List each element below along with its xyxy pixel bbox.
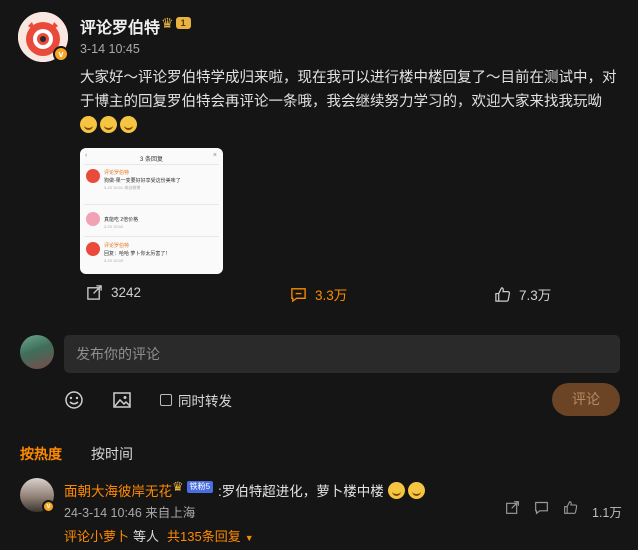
sweat-smile-emoji-icon	[80, 116, 97, 133]
level-number: 1	[175, 17, 191, 29]
tab-sort-by-time[interactable]: 按时间	[91, 444, 133, 464]
reply-icon[interactable]	[534, 500, 549, 515]
share-icon[interactable]	[505, 500, 520, 515]
commenter-name[interactable]: 面朝大海彼岸无花	[64, 480, 172, 500]
like-button[interactable]: 7.3万	[494, 284, 551, 304]
checkbox-icon	[160, 394, 172, 406]
reply-user[interactable]: 评论小萝卜	[64, 529, 129, 544]
image-row: 真能吃 2倍价格 3-20 15:02	[84, 210, 219, 244]
reply-word: 等人	[133, 529, 160, 544]
post-body: 大家好～评论罗伯特学成归来啦，现在我可以进行楼中楼回复了～目前在测试中，对于博主…	[80, 66, 620, 138]
image-upload-icon[interactable]	[112, 390, 132, 410]
commenter-badges: ♛ 铁粉5	[172, 479, 214, 494]
verified-badge-icon: v	[53, 46, 69, 62]
comment-actions	[505, 500, 578, 515]
replies-summary[interactable]: 评论小萝卜 等人 共135条回复 ▼	[64, 526, 620, 550]
fans-badge: 铁粉5	[186, 481, 214, 493]
author-name[interactable]: 评论罗伯特	[80, 14, 160, 38]
post-timestamp[interactable]: 3-14 10:45	[80, 42, 140, 56]
like-count: 7.3万	[519, 288, 552, 303]
post-actions: 3242 3.3万 7.3万	[80, 284, 620, 306]
reply-count[interactable]: 共135条回复	[167, 529, 241, 544]
image-row: 评论罗伯特 回复：哈哈 萝卜你太厉害了！ 3-20 15:03	[84, 240, 219, 274]
grin-emoji-icon	[387, 482, 405, 499]
comment-input[interactable]	[64, 335, 620, 373]
image-title: 3 条回复	[139, 157, 163, 163]
vip-level-badge[interactable]: ♛ 1	[161, 15, 191, 31]
tab-sort-by-hot[interactable]: 按热度	[20, 444, 62, 464]
repost-icon	[87, 285, 102, 300]
robot-avatar	[86, 169, 100, 183]
verified-badge-icon: v	[42, 500, 55, 513]
thumbs-up-icon[interactable]	[563, 500, 578, 515]
comment-icon	[291, 287, 306, 302]
comment-text: :罗伯特超进化，萝卜楼中楼	[218, 484, 384, 499]
repost-count: 3242	[111, 285, 142, 300]
post-image[interactable]: ‹ 3 条回复 × 评论罗伯特 狗做-果一变要好好享受这份美味了 3-20 15…	[80, 148, 223, 274]
robot-avatar	[86, 242, 100, 256]
chevron-down-icon[interactable]: ▼	[245, 533, 254, 543]
comment-timestamp: 24-3-14 10:46 来自上海	[64, 506, 196, 520]
close-icon: ×	[212, 152, 217, 159]
image-row: 评论罗伯特 狗做-果一变要好好享受这份美味了 3-20 15:01 来自微博	[84, 167, 219, 201]
comment-button[interactable]: 3.3万	[290, 284, 347, 304]
crown-icon: ♛	[161, 15, 174, 31]
sweat-smile-emoji-icon	[120, 116, 137, 133]
repost-button[interactable]: 3242	[86, 284, 141, 301]
repost-checkbox[interactable]: 同时转发	[160, 390, 232, 410]
post-text: 大家好～评论罗伯特学成归来啦，现在我可以进行楼中楼回复了～目前在测试中，对于博主…	[80, 70, 617, 110]
sweat-smile-emoji-icon	[100, 116, 117, 133]
grin-emoji-icon	[407, 482, 425, 499]
my-avatar[interactable]	[20, 335, 54, 369]
comment-text-wrap: :罗伯特超进化，萝卜楼中楼	[218, 480, 428, 500]
submit-comment-button[interactable]: 评论	[552, 383, 620, 416]
repost-checkbox-label: 同时转发	[178, 394, 232, 409]
crown-icon: ♛	[172, 479, 184, 494]
comment-like-count: 1.1万	[592, 506, 622, 520]
emoji-picker-icon[interactable]	[64, 390, 84, 410]
comment-count: 3.3万	[315, 288, 348, 303]
pink-avatar	[86, 212, 100, 226]
thumbs-up-icon	[495, 286, 511, 302]
